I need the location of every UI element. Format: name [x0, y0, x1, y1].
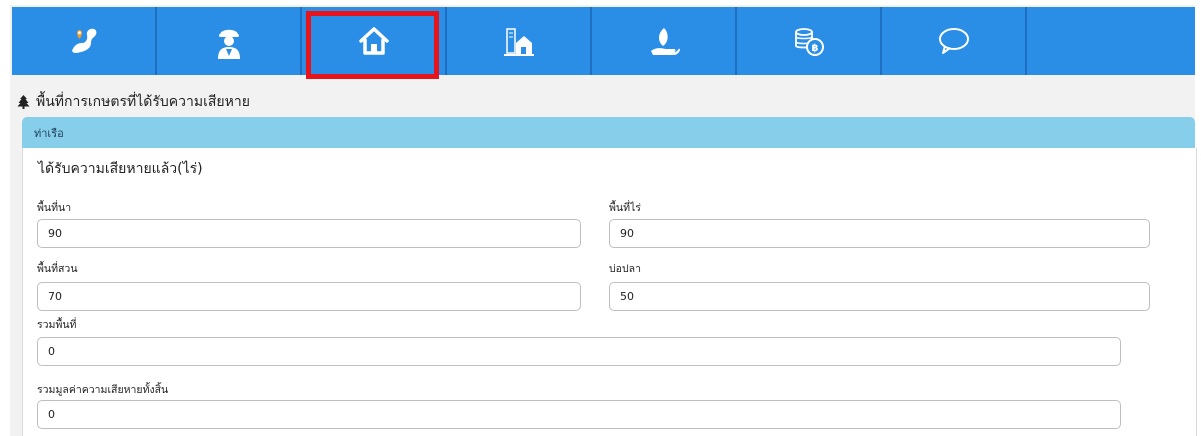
section-title: พื้นที่การเกษตรที่ได้รับความเสียหาย — [36, 94, 250, 110]
worker-icon — [217, 29, 240, 59]
nav-item-home[interactable] — [302, 7, 447, 79]
coins-icon: ฿ — [794, 28, 824, 56]
map-pin-icon — [71, 28, 96, 53]
fish-pond-input[interactable] — [609, 282, 1150, 311]
home-icon — [358, 27, 389, 55]
tree-icon — [17, 95, 30, 109]
district-label: ท่าเรือ — [34, 126, 64, 140]
hand-leaf-icon — [650, 28, 680, 55]
nav-item-worker[interactable] — [157, 7, 302, 75]
damage-form-panel: ได้รับความเสียหายแล้ว(ไร่) พื้นที่นา พื้… — [22, 148, 1197, 436]
total-damage-value-input[interactable] — [37, 400, 1121, 429]
field-crop-label: พื้นที่ไร่ — [609, 202, 641, 214]
rice-field-input[interactable] — [37, 219, 581, 248]
form-title: ได้รับความเสียหายแล้ว(ไร่) — [38, 161, 203, 177]
nav-item-map[interactable] — [12, 7, 157, 75]
nav-item-agriculture[interactable] — [592, 7, 737, 75]
rice-field-label: พื้นที่นา — [37, 202, 72, 214]
city-buildings-icon — [503, 28, 534, 56]
chat-bubble-icon — [938, 28, 969, 54]
section-header: พื้นที่การเกษตรที่ได้รับความเสียหาย — [17, 91, 250, 113]
nav-item-buildings[interactable] — [447, 7, 592, 75]
total-damage-value-label: รวมมูลค่าความเสียหายทั้งสิ้น — [37, 384, 169, 396]
total-area-input[interactable] — [37, 337, 1121, 366]
fish-pond-label: บ่อปลา — [609, 263, 641, 275]
top-nav-bar: ฿ — [12, 7, 1195, 79]
district-header: ท่าเรือ — [22, 117, 1195, 148]
orchard-input[interactable] — [37, 282, 581, 311]
orchard-label: พื้นที่สวน — [37, 263, 78, 275]
total-area-label: รวมพื้นที่ — [37, 319, 77, 331]
field-crop-input[interactable] — [609, 219, 1150, 248]
nav-item-finance[interactable]: ฿ — [737, 7, 882, 75]
svg-text:฿: ฿ — [811, 43, 818, 54]
nav-item-chat[interactable] — [882, 7, 1027, 75]
